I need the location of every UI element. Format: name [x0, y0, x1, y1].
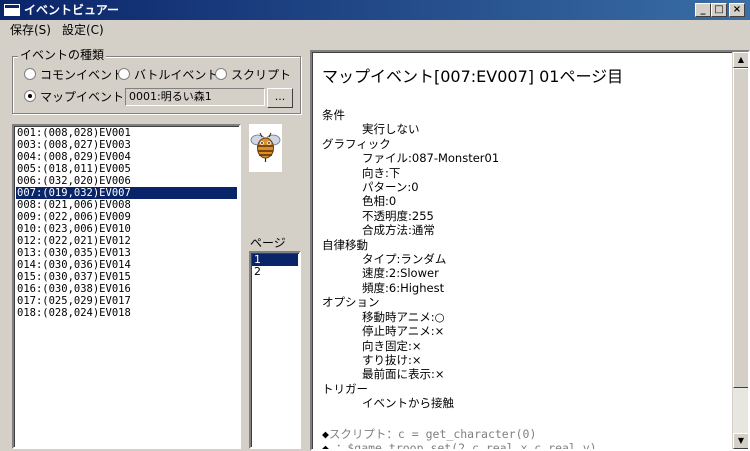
detail-value: 向き固定:×: [362, 338, 422, 353]
detail-value: 最前面に表示:×: [362, 367, 445, 382]
event-list-item[interactable]: 003:(008,027)EV003: [16, 139, 237, 151]
title-bar[interactable]: イベントビュアー _ □ ×: [0, 0, 750, 20]
event-list[interactable]: 001:(008,028)EV001 003:(008,027)EV003 004:…: [12, 124, 241, 449]
detail-value: 不透明度:255: [362, 208, 434, 223]
detail-value: パターン:0: [362, 180, 419, 195]
event-list-item[interactable]: 004:(008,029)EV004: [16, 151, 237, 163]
scroll-down-arrow-icon[interactable]: ▼: [733, 433, 748, 449]
detail-value: ファイル:087-Monster01: [362, 151, 500, 166]
script-line: ◆スクリプト：c = get_character(0): [322, 427, 727, 441]
map-name-field: 0001:明るい森1: [125, 88, 265, 106]
detail-section-header: グラフィック: [322, 136, 391, 151]
radio-indicator-selected: [24, 90, 36, 102]
detail-value: 停止時アニメ:×: [362, 324, 445, 339]
radio-label: マップイベント: [40, 90, 125, 104]
detail-value: 向き:下: [362, 165, 401, 180]
event-list-item[interactable]: 012:(022,021)EV012: [16, 235, 237, 247]
event-type-group-label: イベントの種類: [18, 48, 107, 62]
radio-map-event[interactable]: マップイベント: [24, 90, 124, 104]
monster-sprite-icon: [249, 124, 282, 172]
event-list-item[interactable]: 008:(021,006)EV008: [16, 199, 237, 211]
detail-value: 色相:0: [362, 194, 397, 209]
radio-label: スクリプト: [231, 68, 292, 82]
app-icon: [4, 4, 20, 16]
detail-section-header: オプション: [322, 295, 380, 310]
event-list-item[interactable]: 010:(023,006)EV010: [16, 223, 237, 235]
event-list-item[interactable]: 007:(019,032)EV007: [16, 187, 237, 199]
radio-indicator: [118, 68, 130, 80]
event-list-item[interactable]: 015:(030,037)EV015: [16, 271, 237, 283]
detail-value: イベントから接触: [362, 396, 454, 411]
page-label: ページ: [250, 236, 286, 250]
page-list[interactable]: 12: [249, 251, 301, 449]
diamond-bullet-icon: ◆: [322, 440, 329, 451]
detail-heading: マップイベント[007:EV007] 01ページ目: [322, 67, 624, 86]
detail-section-header: トリガー: [322, 381, 368, 396]
event-list-item[interactable]: 001:(008,028)EV001: [16, 127, 237, 139]
detail-value: 頻度:6:Highest: [362, 280, 445, 295]
event-detail-panel[interactable]: マップイベント[007:EV007] 01ページ目 条件実行しない グラフィックフ…: [310, 50, 750, 451]
window-title: イベントビュアー: [24, 3, 120, 17]
scroll-thumb[interactable]: [733, 68, 748, 388]
script-text: ：$game_troop.set(2,c.real_x,c.real_y): [328, 440, 597, 451]
event-list-item[interactable]: 014:(030,036)EV014: [16, 259, 237, 271]
radio-battle-event[interactable]: バトルイベント: [118, 68, 218, 82]
menu-settings[interactable]: 設定(C): [62, 22, 104, 38]
detail-value: すり抜け:×: [362, 352, 422, 367]
radio-indicator: [215, 68, 227, 80]
browse-map-button[interactable]: ...: [267, 88, 293, 108]
event-list-item[interactable]: 017:(025,029)EV017: [16, 295, 237, 307]
menu-save[interactable]: 保存(S): [10, 22, 51, 38]
event-list-item[interactable]: 013:(030,035)EV013: [16, 247, 237, 259]
script-text: スクリプト：c = get_character(0): [328, 426, 537, 441]
detail-value: 実行しない: [362, 122, 420, 137]
event-list-item[interactable]: 016:(030,038)EV016: [16, 283, 237, 295]
diamond-bullet-icon: ◆: [322, 426, 329, 441]
detail-section-header: 自律移動: [322, 237, 368, 252]
radio-script[interactable]: スクリプト: [215, 68, 291, 82]
event-list-item[interactable]: 018:(028,024)EV018: [16, 307, 237, 319]
detail-section-header: 条件: [322, 108, 345, 122]
event-list-item[interactable]: 006:(032,020)EV006: [16, 175, 237, 187]
radio-label: バトルイベント: [134, 68, 219, 82]
radio-common-event[interactable]: コモンイベント: [24, 68, 124, 82]
close-button[interactable]: ×: [729, 3, 745, 17]
scroll-up-arrow-icon[interactable]: ▲: [733, 52, 748, 68]
script-line: ◆ ：$game_troop.set(2,c.real_x,c.real_y): [322, 440, 727, 451]
radio-label: コモンイベント: [40, 68, 125, 82]
event-list-item[interactable]: 005:(018,011)EV005: [16, 163, 237, 175]
detail-value: 移動時アニメ:○: [362, 309, 445, 324]
minimize-button[interactable]: _: [695, 3, 711, 17]
detail-value: 合成方法:通常: [362, 223, 435, 238]
event-list-item[interactable]: 009:(022,006)EV009: [16, 211, 237, 223]
page-list-item[interactable]: 2: [252, 266, 298, 278]
maximize-button[interactable]: □: [711, 3, 727, 17]
radio-indicator: [24, 68, 36, 80]
vertical-scrollbar[interactable]: ▲ ▼: [732, 52, 748, 449]
detail-value: 速度:2:Slower: [362, 266, 439, 281]
detail-value: タイプ:ランダム: [362, 252, 447, 267]
menu-bar: 保存(S) 設定(C): [0, 20, 750, 40]
